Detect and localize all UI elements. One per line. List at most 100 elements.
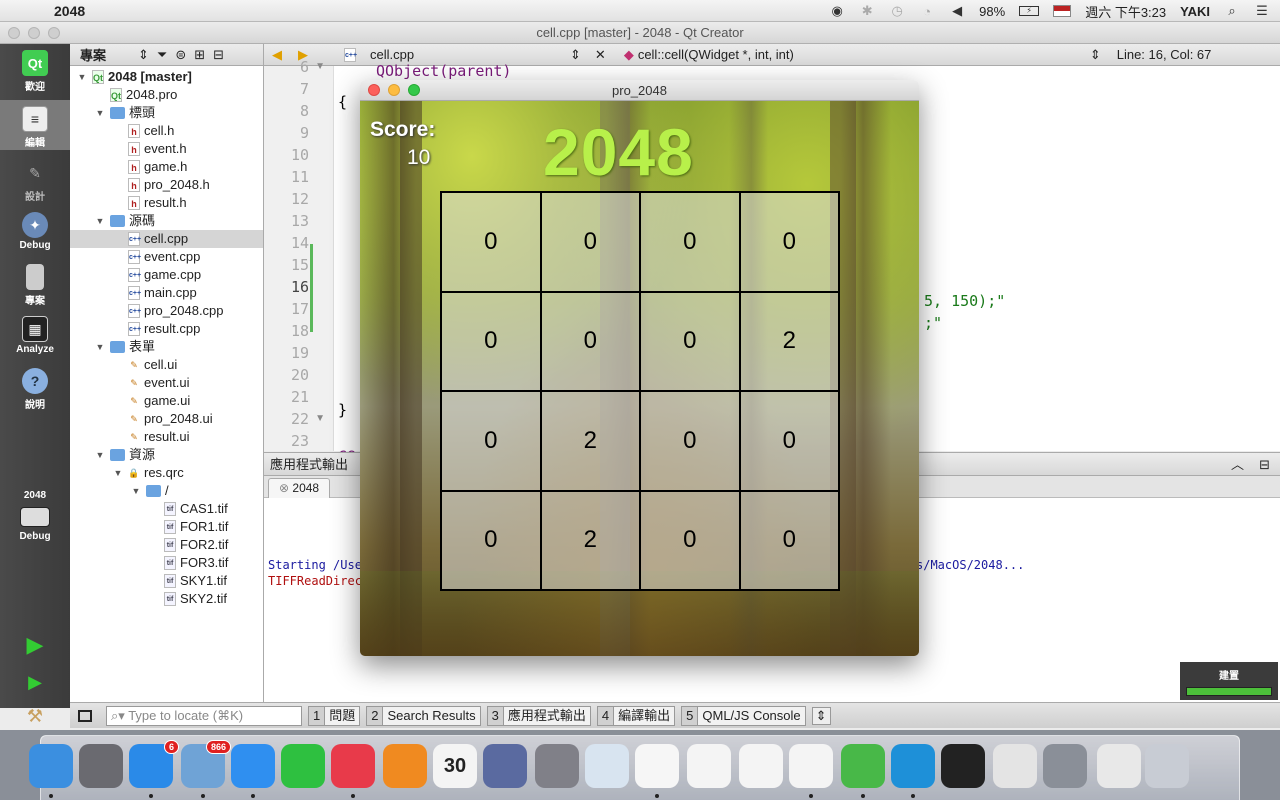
symbol-selector[interactable]: cell::cell(QWidget *, int, int) xyxy=(638,47,1090,62)
mode-welcome[interactable]: Qt 歡迎 xyxy=(0,48,70,98)
expand-arrow-icon[interactable]: ▼ xyxy=(94,212,106,230)
tree-item[interactable]: h pro_2048.h xyxy=(70,176,263,194)
finder-icon[interactable] xyxy=(29,744,73,788)
time-machine-icon[interactable]: ◷ xyxy=(889,3,905,19)
mode-edit[interactable]: ≡ 編輯 xyxy=(0,100,70,150)
input-source-flag-icon[interactable] xyxy=(1053,5,1072,17)
photos-icon[interactable] xyxy=(635,744,679,788)
user-name[interactable]: YAKI xyxy=(1180,4,1210,19)
expand-arrow-icon[interactable]: ▼ xyxy=(94,104,106,122)
powerpoint-icon[interactable] xyxy=(739,744,783,788)
tree-item[interactable]: c++ main.cpp xyxy=(70,284,263,302)
wifi-icon[interactable]: ◔ xyxy=(919,4,935,19)
tree-item[interactable]: tif FOR3.tif xyxy=(70,554,263,572)
active-app-name[interactable]: 2048 xyxy=(54,3,85,19)
close-tab-icon[interactable]: ⊗ xyxy=(279,481,289,495)
swift-express-icon[interactable] xyxy=(891,744,935,788)
launchpad-icon[interactable] xyxy=(79,744,123,788)
debug-run-button[interactable]: ▶ xyxy=(0,672,70,700)
ibooks-icon[interactable] xyxy=(383,744,427,788)
file-dropdown-icon[interactable]: ⇕ xyxy=(570,47,581,63)
qt-creator-icon[interactable] xyxy=(841,744,885,788)
tree-item[interactable]: ▼ 🔒 res.qrc xyxy=(70,464,263,482)
trash-icon[interactable] xyxy=(1145,744,1189,788)
tree-item[interactable]: h event.h xyxy=(70,140,263,158)
tree-item[interactable]: h result.h xyxy=(70,194,263,212)
minimize-window-button[interactable] xyxy=(28,27,40,39)
tab-compile-output[interactable]: 4 編譯輸出 xyxy=(596,705,676,726)
mail-icon[interactable]: 866 xyxy=(181,740,231,788)
xcode-instruments-icon[interactable] xyxy=(483,744,527,788)
mode-design[interactable]: ✎ 設計 xyxy=(0,154,70,204)
tree-item[interactable]: c++ game.cpp xyxy=(70,266,263,284)
notification-center-icon[interactable]: ☰ xyxy=(1254,3,1270,19)
minimize-window-button[interactable] xyxy=(388,84,400,96)
battery-icon[interactable]: ⚡ xyxy=(1019,6,1040,16)
archive-utility-icon[interactable] xyxy=(993,744,1037,788)
preview-icon[interactable] xyxy=(585,744,629,788)
expand-arrow-icon[interactable]: ▼ xyxy=(112,464,124,482)
locator-input[interactable]: ⌕▾ Type to locate (⌘K) xyxy=(106,705,302,726)
itunes-icon[interactable] xyxy=(331,744,375,788)
game-board[interactable]: 0000000202000200 xyxy=(440,191,840,591)
toggle-sidebar-icon[interactable] xyxy=(78,709,92,722)
volume-icon[interactable]: ◀ xyxy=(949,3,965,19)
tab-application-output[interactable]: 3 應用程式輸出 xyxy=(486,705,591,726)
tree-item[interactable]: h game.h xyxy=(70,158,263,176)
project-pane-title[interactable]: 專案 xyxy=(80,45,106,64)
app-store-icon[interactable]: 6 xyxy=(129,740,179,788)
more-tabs-icon[interactable]: ⇕ xyxy=(811,706,831,725)
safari-icon[interactable] xyxy=(231,744,275,788)
tree-item[interactable]: c++ result.cpp xyxy=(70,320,263,338)
split-icon[interactable]: ⊞ xyxy=(194,47,205,63)
open-file-selector[interactable]: cell.cpp xyxy=(370,47,570,62)
bluetooth-icon[interactable]: ✱ xyxy=(859,3,875,19)
tree-item[interactable]: ▼ 資源 xyxy=(70,446,263,464)
tree-item[interactable]: h cell.h xyxy=(70,122,263,140)
battery-percent[interactable]: 98% xyxy=(979,4,1005,19)
acrobat-icon[interactable] xyxy=(687,744,731,788)
tree-item[interactable]: ✎ result.ui xyxy=(70,428,263,446)
close-window-button[interactable] xyxy=(368,84,380,96)
close-file-icon[interactable]: ✕ xyxy=(595,47,606,63)
tab-search-results[interactable]: 2 Search Results xyxy=(366,705,481,726)
fold-arrow-icon[interactable]: ▼ xyxy=(315,61,325,72)
tree-item[interactable]: tif SKY2.tif xyxy=(70,590,263,608)
build-button[interactable]: ⚒ xyxy=(0,706,70,734)
tree-item[interactable]: ▼ / xyxy=(70,482,263,500)
mode-help[interactable]: ? 說明 xyxy=(0,362,70,412)
tree-item[interactable]: c++ cell.cpp xyxy=(70,230,263,248)
spotlight-icon[interactable]: ⌕ xyxy=(1224,3,1240,19)
expand-arrow-icon[interactable]: ▼ xyxy=(130,482,142,500)
dropdown-arrow-icon[interactable]: ⇕ xyxy=(138,47,149,63)
close-pane-icon[interactable]: ⊟ xyxy=(213,47,224,63)
zoom-window-button[interactable] xyxy=(408,84,420,96)
close-window-button[interactable] xyxy=(8,27,20,39)
tree-item[interactable]: tif CAS1.tif xyxy=(70,500,263,518)
tree-item[interactable]: ✎ event.ui xyxy=(70,374,263,392)
mode-projects[interactable]: 專案 xyxy=(0,258,70,308)
tree-item[interactable]: ▼ 表單 xyxy=(70,338,263,356)
hide-pane-icon[interactable]: ⊟ xyxy=(1259,453,1270,477)
tree-item[interactable]: ▼ 標頭 xyxy=(70,104,263,122)
documents-icon[interactable] xyxy=(1097,744,1141,788)
calendar-icon[interactable]: 30 xyxy=(433,744,477,788)
tree-item[interactable]: c++ event.cpp xyxy=(70,248,263,266)
terminal-icon[interactable] xyxy=(941,744,985,788)
facetime-icon[interactable] xyxy=(281,744,325,788)
tree-item[interactable]: ▼ Qt 2048 [master] xyxy=(70,68,263,86)
mode-analyze[interactable]: ▦ Analyze xyxy=(0,310,70,360)
tree-item[interactable]: Qt 2048.pro xyxy=(70,86,263,104)
system-preferences-icon[interactable] xyxy=(535,744,579,788)
tree-item[interactable]: ✎ game.ui xyxy=(70,392,263,410)
tree-item[interactable]: c++ pro_2048.cpp xyxy=(70,302,263,320)
fold-arrow-icon[interactable]: ▼ xyxy=(315,413,325,424)
expand-arrow-icon[interactable]: ▼ xyxy=(94,338,106,356)
kit-selector[interactable]: 2048 Debug xyxy=(0,484,70,564)
tab-issues[interactable]: 1 問題 xyxy=(308,705,361,726)
build-progress[interactable]: 建置 xyxy=(1180,662,1278,700)
expand-arrow-icon[interactable]: ▼ xyxy=(94,446,106,464)
output-tab[interactable]: ⊗ 2048 xyxy=(268,478,331,498)
tree-item[interactable]: ✎ cell.ui xyxy=(70,356,263,374)
maximize-pane-icon[interactable]: ︿ xyxy=(1231,453,1244,477)
